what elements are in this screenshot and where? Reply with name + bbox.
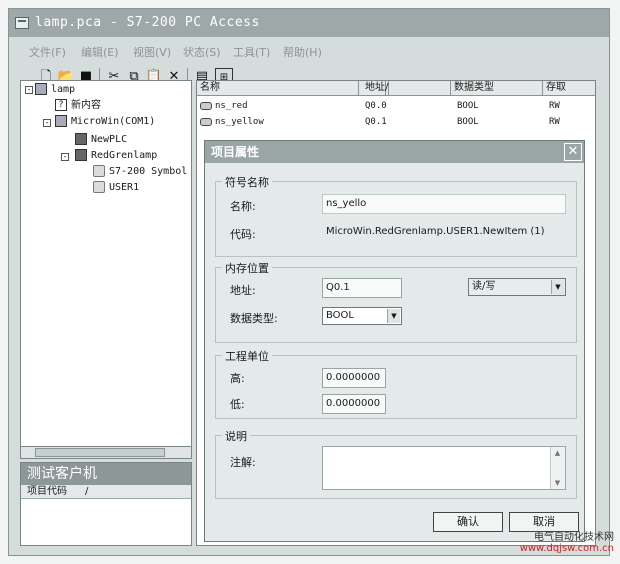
name-label: 名称: (230, 200, 256, 213)
sort-indicator: / (85, 486, 89, 497)
row-name: ns_red (200, 99, 248, 113)
tree-label: NewPLC (91, 134, 128, 145)
group-label: 内存位置 (222, 260, 272, 276)
list-row[interactable]: ns_yellow Q0.1 BOOL RW (197, 115, 595, 129)
watermark-line1: 电气自动化技术网 (534, 532, 614, 543)
test-client-column-header[interactable]: 项目代码 / (21, 485, 191, 499)
app-icon (15, 17, 29, 29)
collapse-toggle[interactable]: - (25, 86, 33, 94)
tree-node-lamp[interactable]: lamp (35, 83, 75, 97)
row-type: BOOL (457, 101, 479, 111)
tree-node-symbol[interactable]: S7-200 Symbol (93, 165, 187, 179)
group-label: 符号名称 (222, 174, 272, 190)
name-field[interactable]: ns_yello (322, 194, 566, 214)
tree-label: lamp (51, 84, 76, 95)
chevron-down-icon[interactable]: ▼ (551, 280, 564, 294)
group-label: 说明 (222, 428, 250, 444)
column-type[interactable]: 数据类型 (451, 81, 543, 95)
engineering-units-group: 工程单位 高: 0.0000000 低: 0.0000000 (215, 348, 577, 419)
dialog-title: 项目属性 (205, 141, 584, 163)
low-label: 低: (230, 398, 245, 411)
tree-label: RedGrenlamp (91, 150, 158, 161)
column-address[interactable]: 地址 / (359, 81, 451, 95)
menu-view[interactable]: 视图(V) (133, 44, 171, 60)
code-value: MicroWin.RedGrenlamp.USER1.NewItem (1) (326, 226, 545, 237)
menu-status[interactable]: 状态(S) (183, 44, 221, 60)
folder-icon (93, 181, 105, 193)
close-icon[interactable]: ✕ (564, 143, 582, 161)
row-address: Q0.0 (365, 101, 387, 111)
menu-tools[interactable]: 工具(T) (233, 44, 270, 60)
datatype-label: 数据类型: (230, 312, 278, 325)
item-icon (200, 117, 212, 126)
high-field[interactable]: 0.0000000 (322, 368, 386, 388)
collapse-toggle[interactable]: - (61, 153, 69, 161)
symbol-name-group: 符号名称 名称: ns_yello 代码: MicroWin.RedGrenla… (215, 174, 577, 257)
comment-scrollbar[interactable]: ▲ ▼ (550, 447, 565, 489)
watermark: 电气自动化技术网 www.dqjsw.com.cn (508, 528, 614, 562)
tree-node-redgrenlamp[interactable]: RedGrenlamp (75, 149, 157, 163)
address-label: 地址: (230, 284, 256, 297)
code-label: 代码: (230, 228, 256, 241)
column-name[interactable]: 名称 (197, 81, 359, 95)
scroll-up-icon[interactable]: ▲ (551, 447, 564, 459)
folder-icon (93, 165, 105, 177)
group-label: 工程单位 (222, 348, 272, 364)
tree-node-user1[interactable]: USER1 (93, 181, 139, 195)
test-client-title: 测试客户机 (21, 463, 191, 485)
scroll-down-icon[interactable]: ▼ (551, 477, 564, 489)
memory-location-group: 内存位置 地址: Q0.1 读/写 ▼ 数据类型: BOOL ▼ (215, 260, 577, 343)
address-field[interactable]: Q0.1 (322, 278, 402, 298)
row-address: Q0.1 (365, 117, 387, 127)
list-row[interactable]: ns_red Q0.0 BOOL RW (197, 99, 595, 113)
pc-icon (35, 83, 47, 95)
title-bar: lamp.pca - S7-200 PC Access (9, 9, 609, 37)
project-tree: - lamp ? 新内容 - MicroWin(COM1) NewPLC - Re… (20, 80, 192, 458)
column-label: 项目代码 (27, 486, 67, 497)
collapse-toggle[interactable]: - (43, 119, 51, 127)
menu-bar: 文件(F) 编辑(E) 视图(V) 状态(S) 工具(T) 帮助(H) (9, 43, 609, 61)
tree-node-new-item[interactable]: ? 新内容 (55, 99, 101, 113)
tree-label: 新内容 (71, 100, 101, 111)
menu-file[interactable]: 文件(F) (29, 44, 66, 60)
tree-horizontal-scrollbar[interactable] (20, 446, 192, 459)
plc-icon (75, 149, 87, 161)
list-header: 名称 地址 / 数据类型 存取 (197, 81, 595, 96)
tree-label: MicroWin(COM1) (71, 116, 156, 127)
row-name: ns_yellow (200, 115, 264, 129)
menu-edit[interactable]: 编辑(E) (81, 44, 119, 60)
item-properties-dialog: 项目属性 ✕ 符号名称 名称: ns_yello 代码: MicroWin.Re… (204, 140, 585, 542)
tree-label: USER1 (109, 182, 140, 193)
menu-help[interactable]: 帮助(H) (283, 44, 322, 60)
datatype-select[interactable]: BOOL ▼ (322, 307, 402, 325)
sort-indicator: / (382, 81, 390, 95)
ok-button[interactable]: 确认 (433, 512, 503, 532)
datatype-select-value: BOOL (326, 310, 354, 321)
low-field[interactable]: 0.0000000 (322, 394, 386, 414)
access-select[interactable]: 读/写 ▼ (468, 278, 566, 296)
row-type: BOOL (457, 117, 479, 127)
chevron-down-icon[interactable]: ▼ (387, 309, 400, 323)
comment-textarea[interactable]: ▲ ▼ (322, 446, 566, 490)
comment-label: 注解: (230, 456, 256, 469)
window-title: lamp.pca - S7-200 PC Access (35, 15, 260, 30)
high-label: 高: (230, 372, 245, 385)
column-access[interactable]: 存取 (543, 81, 597, 95)
test-client-panel: 测试客户机 项目代码 / (20, 462, 192, 546)
question-icon: ? (55, 99, 67, 111)
scrollbar-thumb[interactable] (35, 448, 165, 457)
row-access: RW (549, 101, 560, 111)
tree-node-newplc[interactable]: NewPLC (75, 133, 127, 147)
description-group: 说明 注解: ▲ ▼ (215, 428, 577, 499)
pc-icon (55, 115, 67, 127)
item-icon (200, 101, 212, 110)
tree-node-microwin[interactable]: MicroWin(COM1) (55, 115, 155, 129)
access-select-value: 读/写 (472, 281, 496, 292)
tree-label: S7-200 Symbol (109, 166, 188, 177)
watermark-line2: www.dqjsw.com.cn (519, 543, 614, 554)
plc-icon (75, 133, 87, 145)
row-access: RW (549, 117, 560, 127)
